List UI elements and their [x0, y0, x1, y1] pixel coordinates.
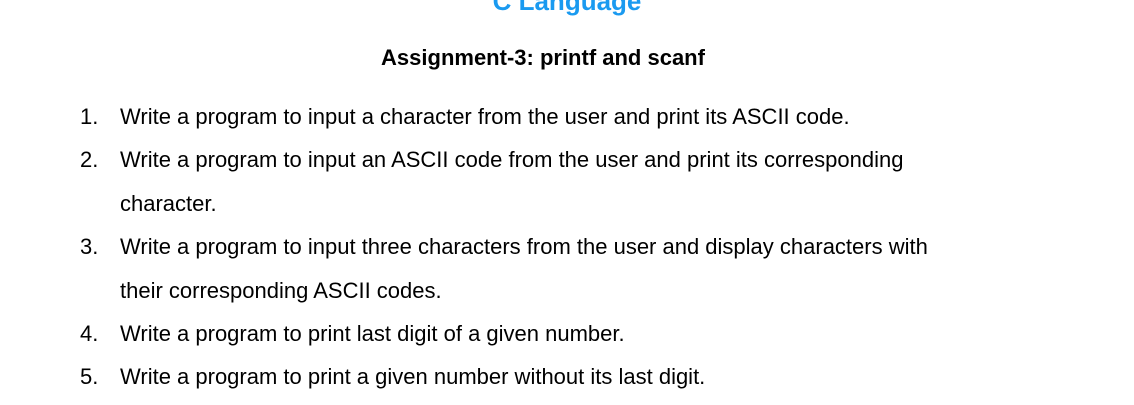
question-list: 1. Write a program to input a character …	[0, 0, 1134, 405]
question-text: Write a program to input an ASCII code f…	[120, 147, 904, 172]
question-number: 3.	[80, 234, 99, 259]
question-number: 4.	[80, 321, 99, 346]
question-text-continuation: character.	[120, 191, 217, 216]
question-number: 1.	[80, 104, 99, 129]
question-number: 5.	[80, 364, 99, 389]
question-text-continuation: their corresponding ASCII codes.	[120, 278, 442, 303]
question-number: 2.	[80, 147, 99, 172]
question-text: Write a program to input three character…	[120, 234, 928, 259]
question-text: Write a program to input a character fro…	[120, 104, 850, 129]
question-text: Write a program to print last digit of a…	[120, 321, 625, 346]
question-text: Write a program to print a given number …	[120, 364, 706, 389]
